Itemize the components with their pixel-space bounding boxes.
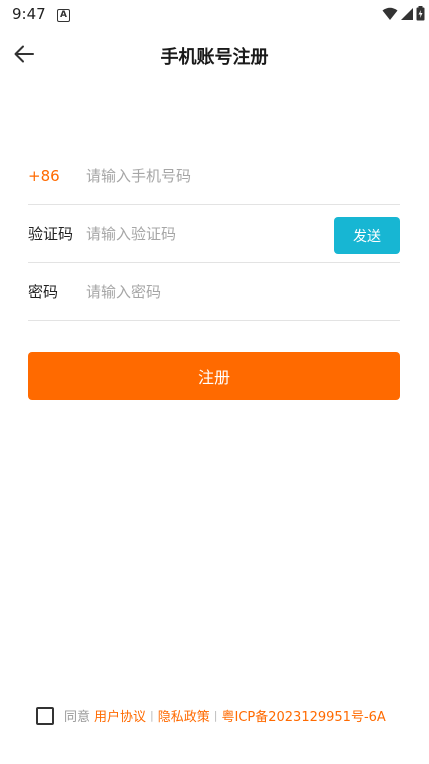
register-button[interactable]: 注册 bbox=[28, 352, 400, 400]
status-time: 9:47 bbox=[12, 5, 46, 23]
separator: | bbox=[150, 709, 154, 722]
status-icons bbox=[382, 6, 425, 21]
password-label: 密码 bbox=[28, 283, 59, 301]
phone-row: +86 bbox=[28, 147, 400, 205]
icp-number: 粤ICP备2023129951号-6A bbox=[221, 710, 386, 725]
password-input[interactable] bbox=[86, 282, 400, 301]
separator: | bbox=[213, 709, 218, 722]
send-code-button[interactable]: 发送 bbox=[334, 217, 400, 254]
signal-icon bbox=[401, 7, 413, 20]
country-code[interactable]: +86 bbox=[28, 167, 86, 185]
code-row: 验证码 发送 bbox=[28, 205, 400, 263]
agreement: 同意 用户协议 | 隐私政策 | 粤ICP备2023129951号-6A bbox=[36, 706, 386, 725]
wifi-icon bbox=[382, 7, 398, 20]
agree-checkbox[interactable] bbox=[36, 706, 54, 725]
user-agreement-link[interactable]: 用户协议 bbox=[94, 706, 146, 725]
status-bar: 9:47 A bbox=[0, 0, 429, 34]
page-title: 手机账号注册 bbox=[160, 47, 269, 68]
phone-input[interactable] bbox=[86, 166, 400, 185]
header: 手机账号注册 bbox=[0, 34, 429, 74]
battery-charging-icon bbox=[416, 6, 425, 21]
register-form: +86 验证码 发送 密码 bbox=[28, 147, 400, 321]
password-row: 密码 bbox=[28, 263, 400, 321]
agree-text: 同意 bbox=[64, 710, 91, 725]
notification-icon: A bbox=[57, 9, 70, 22]
code-label: 验证码 bbox=[28, 225, 74, 243]
privacy-policy-link[interactable]: 隐私政策 bbox=[158, 706, 210, 725]
